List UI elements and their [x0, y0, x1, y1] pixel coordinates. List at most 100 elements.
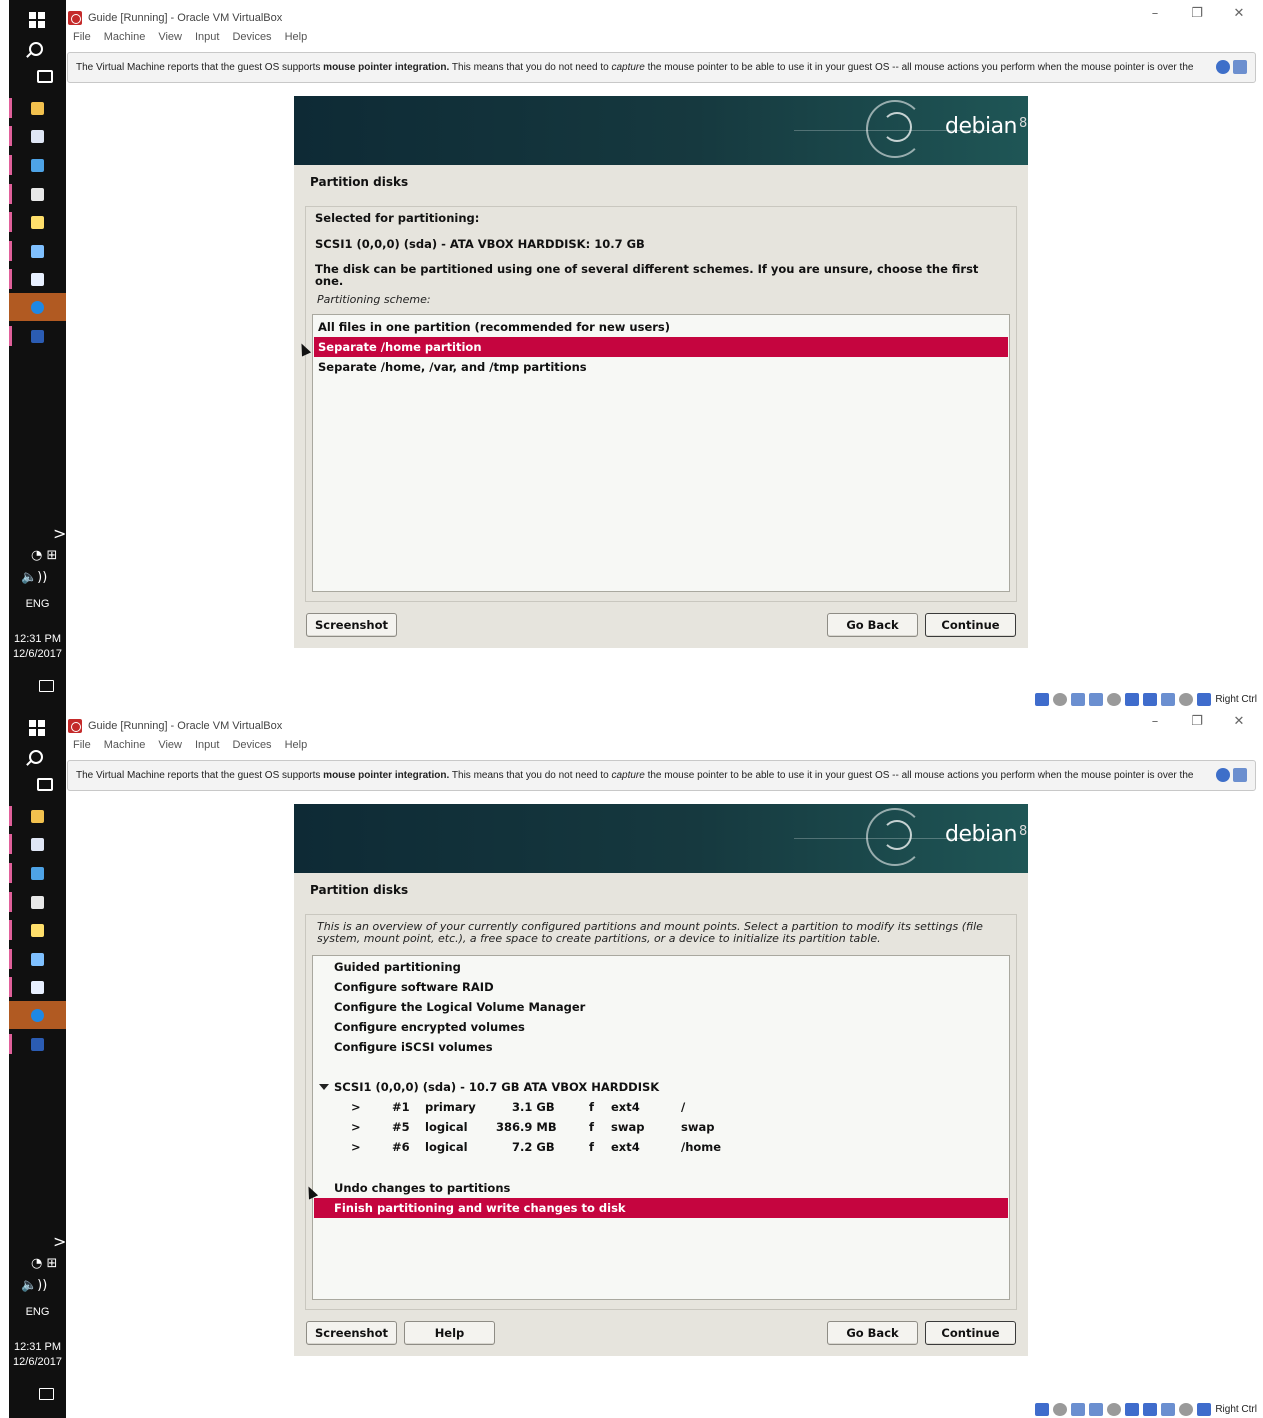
menu-machine[interactable]: Machine	[104, 739, 146, 751]
optical-drive-icon[interactable]	[1053, 693, 1068, 706]
video-capture-icon[interactable]	[1143, 693, 1158, 706]
list-item-selected[interactable]: Separate /home partition	[314, 337, 1008, 357]
notice-mouse-icon[interactable]	[1233, 768, 1247, 782]
restore-button[interactable]: ❐	[1187, 6, 1207, 21]
shared-folders-icon[interactable]	[1107, 693, 1122, 706]
host-key-icon[interactable]	[1197, 693, 1212, 706]
menu-devices[interactable]: Devices	[232, 739, 271, 751]
taskbar-app-telegram[interactable]	[9, 1001, 66, 1029]
menu-file[interactable]: File	[73, 31, 91, 43]
taskbar-app-window[interactable]	[9, 265, 66, 293]
volume-icon[interactable]: 🔈))	[21, 570, 47, 585]
list-item-lvm[interactable]: Configure the Logical Volume Manager	[314, 997, 1008, 1017]
list-item-raid[interactable]: Configure software RAID	[314, 977, 1008, 997]
restore-button[interactable]: ❐	[1187, 714, 1207, 729]
close-button[interactable]: ✕	[1229, 714, 1249, 729]
taskbar-app-virtualbox[interactable]	[9, 830, 66, 858]
network-icon[interactable]	[1071, 1403, 1086, 1416]
taskbar-app-remote-desktop[interactable]	[9, 151, 66, 179]
close-button[interactable]: ✕	[1229, 6, 1249, 21]
language-indicator[interactable]: ENG	[9, 1306, 66, 1318]
taskbar-app-virtualbox[interactable]	[9, 122, 66, 150]
language-indicator[interactable]: ENG	[9, 598, 66, 610]
hard-disk-icon[interactable]	[1035, 693, 1050, 706]
list-item-finish-selected[interactable]: Finish partitioning and write changes to…	[314, 1198, 1008, 1218]
taskbar-app-remote-desktop[interactable]	[9, 859, 66, 887]
usb-icon[interactable]	[1089, 693, 1104, 706]
optical-drive-icon[interactable]	[1053, 1403, 1068, 1416]
action-center-icon[interactable]	[39, 1388, 54, 1400]
taskbar-app-paint[interactable]	[9, 945, 66, 973]
help-button[interactable]: Help	[404, 1321, 495, 1345]
menu-file[interactable]: File	[73, 739, 91, 751]
go-back-button[interactable]: Go Back	[827, 613, 918, 637]
mouse-integration-icon[interactable]	[1179, 693, 1194, 706]
clock-time[interactable]: 12:31 PM	[9, 1340, 66, 1355]
menu-machine[interactable]: Machine	[104, 31, 146, 43]
list-item-iscsi[interactable]: Configure iSCSI volumes	[314, 1037, 1008, 1057]
taskbar-app-window[interactable]	[9, 973, 66, 1001]
notice-close-icon[interactable]	[1216, 768, 1230, 782]
clock-date[interactable]: 12/6/2017	[9, 647, 66, 662]
minimize-button[interactable]: –	[1145, 714, 1165, 729]
partition-row[interactable]: > #5 logical 386.9 MB f swap swap	[314, 1117, 1008, 1137]
taskbar-app-word[interactable]	[9, 322, 66, 350]
go-back-button[interactable]: Go Back	[827, 1321, 918, 1345]
continue-button[interactable]: Continue	[925, 1321, 1016, 1345]
taskbar-app-file-explorer[interactable]	[9, 802, 66, 830]
list-item-encrypted[interactable]: Configure encrypted volumes	[314, 1017, 1008, 1037]
clock-time[interactable]: 12:31 PM	[9, 632, 66, 647]
task-view-icon[interactable]	[37, 778, 53, 791]
cpu-icon[interactable]	[1161, 693, 1176, 706]
network-icon[interactable]	[1071, 693, 1086, 706]
windows-start-icon[interactable]	[29, 720, 45, 736]
display-icon[interactable]	[1125, 1403, 1140, 1416]
mouse-integration-icon[interactable]	[1179, 1403, 1194, 1416]
tray-network-icon[interactable]: ◔ ⊞	[31, 548, 57, 563]
minimize-button[interactable]: –	[1145, 6, 1165, 21]
taskbar-app-manager[interactable]	[9, 888, 66, 916]
search-icon[interactable]	[29, 750, 43, 764]
list-item-guided[interactable]: Guided partitioning	[314, 957, 1008, 977]
menu-input[interactable]: Input	[195, 739, 219, 751]
partition-list[interactable]: Guided partitioning Configure software R…	[312, 955, 1010, 1300]
list-item[interactable]: Separate /home, /var, and /tmp partition…	[314, 357, 1008, 377]
taskbar-app-paint[interactable]	[9, 237, 66, 265]
windows-start-icon[interactable]	[29, 12, 45, 28]
task-view-icon[interactable]	[37, 70, 53, 83]
taskbar-app-word[interactable]	[9, 1030, 66, 1058]
taskbar-app-notepad[interactable]	[9, 208, 66, 236]
tray-network-icon[interactable]: ◔ ⊞	[31, 1256, 57, 1271]
menu-view[interactable]: View	[158, 31, 182, 43]
taskbar-app-file-explorer[interactable]	[9, 94, 66, 122]
notice-mouse-icon[interactable]	[1233, 60, 1247, 74]
screenshot-button[interactable]: Screenshot	[306, 613, 397, 637]
display-icon[interactable]	[1125, 693, 1140, 706]
taskbar-app-notepad[interactable]	[9, 916, 66, 944]
show-hidden-icons-chevron-icon[interactable]: >	[53, 1232, 66, 1251]
clock-date[interactable]: 12/6/2017	[9, 1355, 66, 1370]
partition-row[interactable]: > #1 primary 3.1 GB f ext4 /	[314, 1097, 1008, 1117]
list-item[interactable]: All files in one partition (recommended …	[314, 317, 1008, 337]
menu-help[interactable]: Help	[285, 31, 308, 43]
partition-row[interactable]: > #6 logical 7.2 GB f ext4 /home	[314, 1137, 1008, 1157]
hard-disk-icon[interactable]	[1035, 1403, 1050, 1416]
menu-help[interactable]: Help	[285, 739, 308, 751]
shared-folders-icon[interactable]	[1107, 1403, 1122, 1416]
screenshot-button[interactable]: Screenshot	[306, 1321, 397, 1345]
host-key-icon[interactable]	[1197, 1403, 1212, 1416]
list-item-disk[interactable]: SCSI1 (0,0,0) (sda) - 10.7 GB ATA VBOX H…	[314, 1077, 1008, 1097]
volume-icon[interactable]: 🔈))	[21, 1278, 47, 1293]
video-capture-icon[interactable]	[1143, 1403, 1158, 1416]
menu-input[interactable]: Input	[195, 31, 219, 43]
taskbar-app-manager[interactable]	[9, 180, 66, 208]
taskbar-app-telegram[interactable]	[9, 293, 66, 321]
scheme-list[interactable]: All files in one partition (recommended …	[312, 314, 1010, 592]
show-hidden-icons-chevron-icon[interactable]: >	[53, 524, 66, 543]
menu-devices[interactable]: Devices	[232, 31, 271, 43]
continue-button[interactable]: Continue	[925, 613, 1016, 637]
search-icon[interactable]	[29, 42, 43, 56]
notice-close-icon[interactable]	[1216, 60, 1230, 74]
usb-icon[interactable]	[1089, 1403, 1104, 1416]
action-center-icon[interactable]	[39, 680, 54, 692]
